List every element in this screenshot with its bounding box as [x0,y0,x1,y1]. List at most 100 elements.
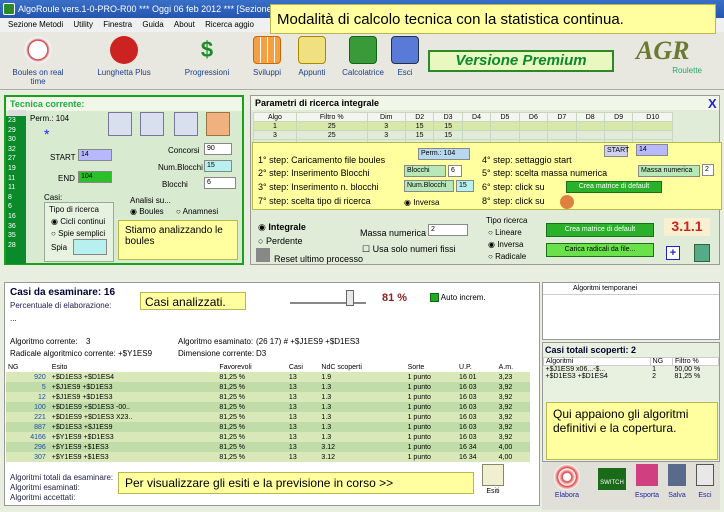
number-item[interactable]: 6 [8,202,26,212]
number-item[interactable]: 30 [8,135,26,145]
tool-boules[interactable]: Boules on real time [6,36,70,86]
menu-guida[interactable]: Guida [142,20,163,29]
radio-integrale[interactable]: ◉ Integrale [258,222,306,233]
params-row[interactable]: 1 25 3 15 15 [253,121,673,131]
params-row[interactable]: 3 25 3 15 15 [253,130,673,140]
add-button[interactable]: + [666,246,680,260]
table-row[interactable]: 5 +$J1ES9 +$D1ES3 81,25 % 13 1.3 1 punto 16 03… [6,382,530,392]
end-field[interactable]: 104 [78,171,112,183]
numblocchi-value[interactable]: 15 [456,180,474,192]
switch-icon[interactable]: SWITCH [598,468,626,490]
crea-matrice-small-button[interactable]: Crea matrice di default [566,181,662,193]
massa-value[interactable]: 2 [702,164,714,176]
radio-boules[interactable]: ◉ Boules [130,207,164,216]
number-item[interactable]: 36 [8,222,26,232]
menu-utility[interactable]: Utility [73,20,93,29]
number-item[interactable]: 19 [8,164,26,174]
progress-slider[interactable] [290,290,366,306]
number-item[interactable]: 29 [8,126,26,136]
start-button[interactable]: START [604,145,629,157]
table-row[interactable]: 12 +$J1ES9 +$D1ES3 81,25 % 13 1.3 1 punto 16 0… [6,392,530,402]
auto-increm-checkbox[interactable]: Auto increm. [430,293,486,303]
menu-finestra[interactable]: Finestra [103,20,132,29]
blocchi-value[interactable]: 6 [448,165,462,177]
params-cell [490,121,520,131]
numblocchi-button[interactable]: Num.Blocchi [404,180,454,192]
table-row[interactable]: 920 +$D1ES3 +$D1ES4 81,25 % 13 1.9 1 punto 16 … [6,372,530,382]
menu-ricerca[interactable]: Ricerca aggio [205,20,254,29]
tool-calcolatrice[interactable]: Calcolatrice [338,36,388,77]
carica-radicali-button[interactable]: Carica radicali da file... [546,243,654,257]
table-cell: 296 [6,442,50,452]
version-badge: 3.1.1 [664,218,710,236]
radio-inversa[interactable]: ◉ Inversa [488,240,523,249]
table-row[interactable]: +$J1ES9 x06...-$... 1 50,00 % [544,366,719,373]
table-row[interactable]: 887 +$D1ES3 +$J1ES9 81,25 % 13 1.3 1 punto 16 … [6,422,530,432]
esci-button[interactable]: Esci [692,464,718,499]
tool-sviluppi[interactable]: Sviluppi [246,36,288,77]
blocchi-button[interactable]: Blocchi [404,165,446,177]
tool-icon-3[interactable] [174,112,198,136]
table-cell: +$J1ES9 +$D1ES3 [49,382,218,392]
column-header: D2 [404,112,435,122]
table-row[interactable]: 4166 +$Y1ES9 +$D1ES3 81,25 % 13 1.3 1 punto 16… [6,432,530,442]
column-header: D4 [461,112,492,122]
menu-about[interactable]: About [174,20,195,29]
radio-anamnesi[interactable]: ○ Anamnesi [176,207,218,216]
start-field[interactable]: 14 [78,149,112,161]
table-cell: 1 punto [405,402,458,412]
number-item[interactable]: 35 [8,231,26,241]
blocchi-select[interactable]: 6 [204,177,236,189]
start-value[interactable]: 14 [636,144,668,156]
tool-appunti[interactable]: Appunti [292,36,332,77]
spia-field[interactable] [73,239,107,255]
table-row[interactable]: 307 +$Y1ES9 +$1ES3 81,25 % 13 3.12 1 punto 16 … [6,452,530,462]
number-item[interactable]: 8 [8,193,26,203]
salva-button[interactable]: Salva [664,464,690,499]
numblocchi-field[interactable]: 15 [204,160,232,172]
number-item[interactable]: 11 [8,183,26,193]
dollar-icon: $ [200,37,214,62]
trash-icon[interactable] [694,244,710,262]
concorsi-field[interactable]: 90 [204,143,232,155]
number-item[interactable]: 32 [8,145,26,155]
crea-matrice-button[interactable]: Crea matrice di default [546,223,654,237]
tool-icon-1[interactable] [108,112,132,136]
table-row[interactable]: +$D1ES3 +$D1ES4 2 81,25 % [544,373,719,380]
perm-button[interactable]: Perm.: 104 [418,148,470,160]
reset-label[interactable]: Reset ultimo processo [274,254,363,264]
number-item[interactable]: 28 [8,241,26,251]
esporta-button[interactable]: Esporta [632,464,662,499]
radio-spie[interactable]: ○ Spie semplici [51,229,105,238]
close-icon[interactable]: X [708,96,717,111]
checkbox-usa[interactable]: ☐ Usa solo numeri fissi [362,244,456,255]
number-item[interactable]: 16 [8,212,26,222]
massa-button[interactable]: Massa numerica [638,165,700,177]
table-row[interactable]: 100 +$D1ES9 +$D1ES3 -00.. 81,25 % 13 1.3 1 pu… [6,402,530,412]
number-item[interactable]: 11 [8,174,26,184]
radio-lineare[interactable]: ○ Lineare [488,228,522,237]
tool-icon-4[interactable] [206,112,230,136]
number-item[interactable]: 23 [8,116,26,126]
esiti-button[interactable]: Esiti [478,464,508,504]
tool-icon-2[interactable] [140,112,164,136]
numbers-list[interactable]: 23 29 30 32 27 19 11 11 8 6 16 36 35 28 [6,116,26,264]
radio-radicale[interactable]: ○ Radicale [488,252,526,261]
radio-inversa-step[interactable]: ◉ Inversa [404,198,439,207]
slider-thumb[interactable] [346,290,354,306]
number-item[interactable]: 27 [8,154,26,164]
elabora-button[interactable]: Elabora [552,464,582,499]
menu-sezione-metodi[interactable]: Sezione Metodi [8,20,63,29]
radio-cicli[interactable]: ◉ Cicli continui [51,217,105,226]
massa-select[interactable]: 2 [428,224,468,236]
tool-progressioni[interactable]: $ Progressioni [178,36,236,77]
table-row[interactable]: 221 +$D1ES9 +$D1ES3 X23.. 81,25 % 13 1.3 1 pu… [6,412,530,422]
table-row[interactable]: 296 +$Y1ES9 +$1ES3 81,25 % 13 3.12 1 punto 16 … [6,442,530,452]
tool-lunghetta[interactable]: Lunghetta Plus [92,36,156,77]
tool-esci[interactable]: Esci [390,36,420,77]
column-header: D10 [632,112,673,122]
radio-perdente[interactable]: ○ Perdente [258,236,302,246]
reset-icon[interactable] [256,248,270,262]
target-icon[interactable] [560,195,574,209]
params-cell: 25 [295,130,368,140]
